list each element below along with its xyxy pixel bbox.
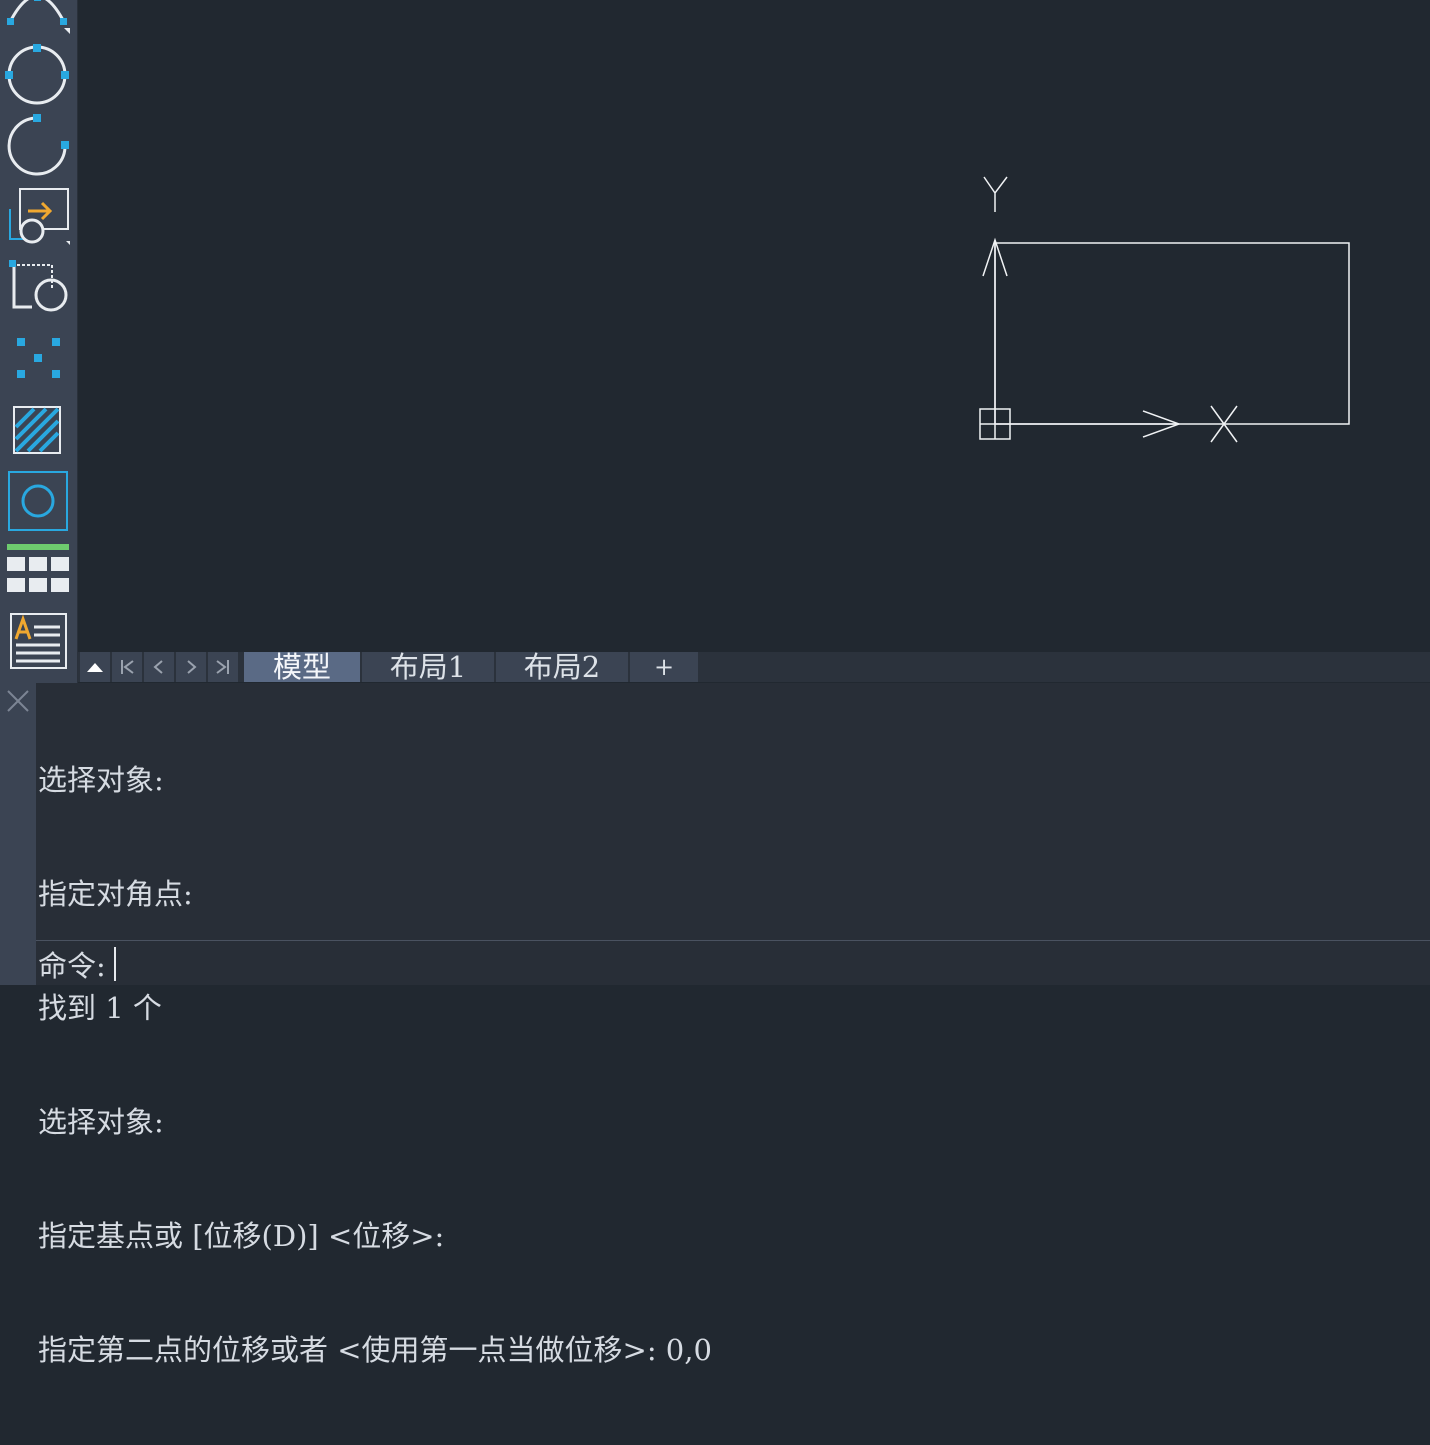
hatch-icon[interactable] [2,397,72,463]
arc-icon[interactable] [2,0,72,36]
mtext-icon[interactable] [2,609,72,675]
region-icon[interactable] [2,468,72,534]
circle-icon[interactable] [2,42,72,108]
draw-toolbar [0,0,78,683]
drawn-rectangle[interactable] [994,242,1350,425]
add-layout-button[interactable]: + [630,652,698,682]
command-history-line: 指定基点或 [位移(D)] <位移>: [38,1219,445,1253]
first-tab-icon[interactable] [112,652,142,682]
table-icon[interactable] [2,540,72,606]
ucs-icon [979,176,1238,443]
drawing-canvas[interactable] [78,0,1430,652]
last-tab-icon[interactable] [208,652,238,682]
command-line-panel: 选择对象: 指定对角点: 找到 1 个 选择对象: 指定基点或 [位移(D)] … [0,683,1430,1367]
tab-layout2[interactable]: 布局2 [496,652,628,682]
command-input[interactable]: 命令: [38,944,116,984]
command-grip[interactable] [0,683,36,985]
command-history: 选择对象: 指定对角点: 找到 1 个 选择对象: 指定基点或 [位移(D)] … [38,685,1418,1445]
command-history-line: 选择对象: [38,1105,164,1139]
layout-tabs-bar: 模型 布局1 布局2 + [78,652,1430,682]
point-icon[interactable] [2,326,72,392]
text-cursor [113,947,116,981]
command-history-line: 找到 1 个 [38,991,162,1025]
tab-model[interactable]: 模型 [244,652,360,682]
tab-layout1[interactable]: 布局1 [362,652,494,682]
command-history-line: 指定第二点的位移或者 <使用第一点当做位移>: 0,0 [38,1333,712,1367]
command-history-line: 指定对角点: [38,877,193,911]
expand-up-icon[interactable] [80,652,110,682]
move-icon[interactable] [2,183,72,249]
next-tab-icon[interactable] [176,652,206,682]
close-icon[interactable] [0,683,36,719]
command-prompt: 命令: [38,949,106,983]
prev-tab-icon[interactable] [144,652,174,682]
command-history-line: 选择对象: [38,763,164,797]
revision-cloud-icon[interactable] [2,112,72,178]
block-icon[interactable] [2,255,72,321]
command-divider [36,940,1430,941]
